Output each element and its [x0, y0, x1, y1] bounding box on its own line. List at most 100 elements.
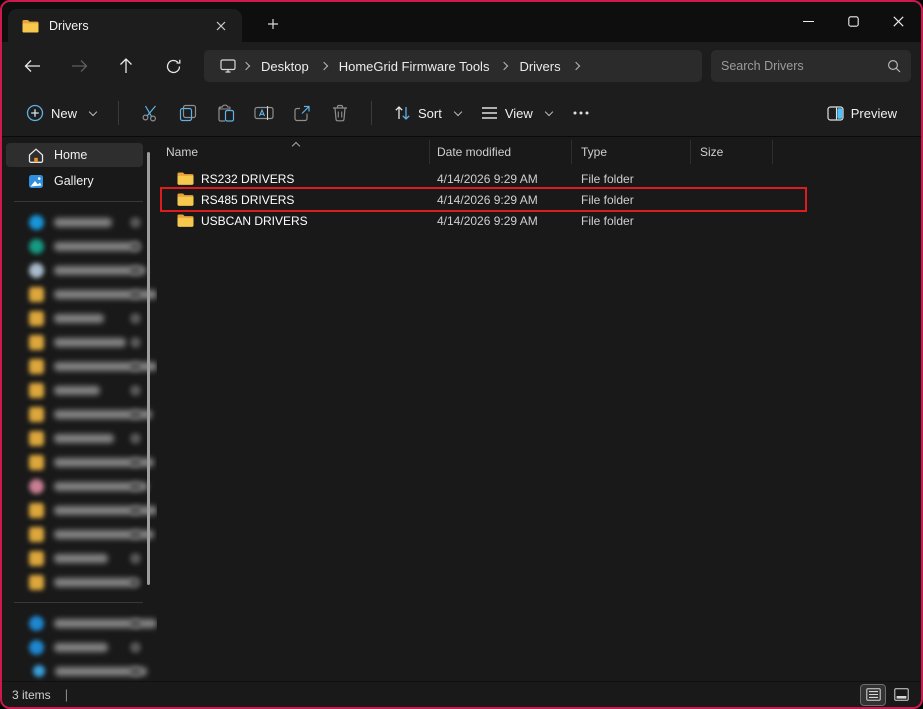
sidebar-pinned-item[interactable] — [2, 234, 157, 258]
file-rows: RS232 DRIVERS 4/14/2026 9:29 AM File folde… — [157, 168, 921, 231]
new-tab-button[interactable] — [260, 13, 286, 35]
view-button[interactable]: View — [471, 100, 562, 127]
sort-button-label: Sort — [418, 105, 442, 121]
folder-icon — [177, 172, 194, 185]
tab-drivers[interactable]: Drivers — [8, 9, 242, 42]
sidebar-pinned-item[interactable] — [2, 378, 157, 402]
file-name: USBCAN DRIVERS — [201, 213, 308, 228]
sidebar-pinned-item[interactable] — [2, 474, 157, 498]
share-button[interactable] — [283, 96, 321, 130]
new-button[interactable]: New — [16, 98, 106, 128]
sort-button[interactable]: Sort — [384, 99, 471, 127]
sidebar-pinned-list — [2, 210, 157, 594]
pin-icon — [130, 641, 141, 653]
sidebar-pinned-item[interactable] — [2, 546, 157, 570]
close-button[interactable] — [876, 2, 921, 40]
teal-circle-icon — [29, 238, 44, 254]
redacted-label — [54, 313, 104, 323]
back-button[interactable] — [14, 50, 50, 82]
sidebar-pinned-item[interactable] — [2, 659, 157, 683]
cloud-blue-icon — [29, 214, 44, 230]
cut-button[interactable] — [131, 96, 169, 130]
pin-icon — [130, 336, 141, 348]
address-bar[interactable]: Desktop HomeGrid Firmware Tools Drivers — [204, 50, 702, 82]
folder-icon — [22, 19, 39, 33]
pin-icon — [130, 384, 141, 396]
search-input[interactable] — [721, 59, 887, 73]
sort-icon — [394, 105, 411, 121]
sidebar-item-gallery[interactable]: Gallery — [6, 169, 143, 193]
folder-icon — [29, 382, 44, 398]
sidebar-pinned-item[interactable] — [2, 611, 157, 635]
pin-icon — [130, 665, 141, 677]
breadcrumb-drivers[interactable]: Drivers — [510, 56, 569, 77]
tab-close-icon[interactable] — [210, 15, 232, 37]
column-header-type-label: Type — [581, 145, 608, 159]
column-header-date-modified[interactable]: Date modified — [430, 140, 572, 164]
sidebar-pinned-item[interactable] — [2, 402, 157, 426]
maximize-button[interactable] — [831, 2, 876, 40]
minimize-button[interactable] — [786, 2, 831, 40]
folder-icon — [29, 310, 44, 326]
forward-button[interactable] — [61, 50, 97, 82]
file-type: File folder — [581, 213, 634, 228]
blue-circle-icon — [29, 639, 44, 655]
sidebar-pinned-item[interactable] — [2, 570, 157, 594]
sidebar-divider — [14, 201, 143, 202]
delete-button[interactable] — [321, 96, 359, 130]
icons-view-toggle[interactable] — [889, 685, 913, 705]
more-options-button[interactable] — [562, 96, 600, 130]
details-view-toggle[interactable] — [860, 683, 886, 706]
column-header-type[interactable]: Type — [572, 140, 691, 164]
chevron-down-icon — [453, 107, 463, 116]
sidebar-pinned-item[interactable] — [2, 306, 157, 330]
preview-button[interactable]: Preview — [817, 100, 907, 127]
sidebar-pinned-item[interactable] — [2, 210, 157, 234]
sidebar-scrollbar[interactable] — [147, 152, 150, 585]
chevron-down-icon — [544, 107, 554, 116]
folder-icon — [29, 286, 44, 302]
column-header-name[interactable]: Name — [157, 140, 430, 164]
sidebar-pinned-item[interactable] — [2, 426, 157, 450]
sidebar-pinned-item[interactable] — [2, 330, 157, 354]
breadcrumb-desktop[interactable]: Desktop — [252, 56, 318, 77]
sidebar-pinned-item[interactable] — [2, 354, 157, 378]
sidebar-pinned-item[interactable] — [2, 282, 157, 306]
copy-button[interactable] — [169, 96, 207, 130]
file-date-modified: 4/14/2026 9:29 AM — [437, 213, 538, 228]
tab-label: Drivers — [49, 18, 89, 33]
sidebar-item-home[interactable]: Home — [6, 143, 143, 167]
sidebar-pinned-item[interactable] — [2, 522, 157, 546]
column-header-name-label: Name — [166, 145, 199, 159]
pin-icon — [130, 264, 141, 276]
file-row[interactable]: USBCAN DRIVERS 4/14/2026 9:29 AM File fold… — [157, 210, 921, 231]
chevron-right-icon — [241, 61, 251, 71]
refresh-button[interactable] — [155, 50, 191, 82]
column-header-size[interactable]: Size — [691, 140, 773, 164]
toolbar-separator — [371, 101, 373, 125]
sidebar-divider — [14, 602, 143, 603]
rename-button[interactable] — [245, 96, 283, 130]
paste-button[interactable] — [207, 96, 245, 130]
pin-icon — [130, 552, 141, 564]
sidebar-pinned-item[interactable] — [2, 635, 157, 659]
file-row[interactable]: RS232 DRIVERS 4/14/2026 9:29 AM File folde… — [157, 168, 921, 189]
pin-icon — [130, 528, 141, 540]
up-button[interactable] — [108, 50, 144, 82]
sidebar-gallery-label: Gallery — [54, 174, 94, 188]
folder-icon — [29, 574, 44, 590]
status-divider: | — [64, 687, 69, 702]
sidebar-pinned-item[interactable] — [2, 450, 157, 474]
sort-ascending-icon — [291, 138, 301, 152]
file-type: File folder — [581, 171, 634, 186]
breadcrumb-homegrid-firmware-tools[interactable]: HomeGrid Firmware Tools — [330, 56, 499, 77]
pin-icon — [130, 504, 141, 516]
search-box[interactable] — [711, 50, 911, 82]
file-date-modified: 4/14/2026 9:29 AM — [437, 171, 538, 186]
pin-icon — [130, 360, 141, 372]
pin-icon — [130, 408, 141, 420]
folder-icon — [29, 454, 44, 470]
pin-icon — [130, 576, 141, 588]
sidebar-pinned-item[interactable] — [2, 258, 157, 282]
sidebar-pinned-item[interactable] — [2, 498, 157, 522]
